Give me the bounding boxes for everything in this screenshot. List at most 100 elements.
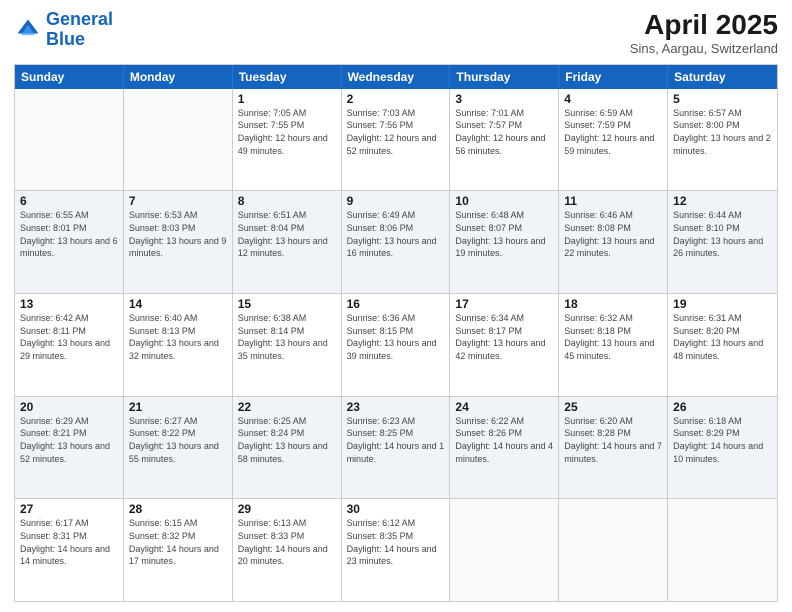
- day-info: Sunrise: 6:59 AMSunset: 7:59 PMDaylight:…: [564, 107, 662, 157]
- day-number: 11: [564, 194, 662, 208]
- day-info: Sunrise: 6:29 AMSunset: 8:21 PMDaylight:…: [20, 415, 118, 465]
- day-number: 17: [455, 297, 553, 311]
- day-info: Sunrise: 7:03 AMSunset: 7:56 PMDaylight:…: [347, 107, 445, 157]
- day-number: 2: [347, 92, 445, 106]
- calendar-cell: 18Sunrise: 6:32 AMSunset: 8:18 PMDayligh…: [559, 294, 668, 396]
- day-number: 9: [347, 194, 445, 208]
- calendar-cell: 24Sunrise: 6:22 AMSunset: 8:26 PMDayligh…: [450, 397, 559, 499]
- calendar-header-cell: Tuesday: [233, 65, 342, 89]
- logo-icon: [14, 16, 42, 44]
- calendar-cell: 1Sunrise: 7:05 AMSunset: 7:55 PMDaylight…: [233, 89, 342, 191]
- day-number: 12: [673, 194, 772, 208]
- day-info: Sunrise: 6:18 AMSunset: 8:29 PMDaylight:…: [673, 415, 772, 465]
- day-number: 4: [564, 92, 662, 106]
- day-number: 16: [347, 297, 445, 311]
- day-info: Sunrise: 6:38 AMSunset: 8:14 PMDaylight:…: [238, 312, 336, 362]
- calendar-cell: [450, 499, 559, 601]
- calendar-body: 1Sunrise: 7:05 AMSunset: 7:55 PMDaylight…: [15, 89, 777, 601]
- page-title: April 2025: [630, 10, 778, 41]
- day-number: 26: [673, 400, 772, 414]
- calendar-header-cell: Thursday: [450, 65, 559, 89]
- title-block: April 2025 Sins, Aargau, Switzerland: [630, 10, 778, 56]
- calendar-cell: 10Sunrise: 6:48 AMSunset: 8:07 PMDayligh…: [450, 191, 559, 293]
- day-info: Sunrise: 6:46 AMSunset: 8:08 PMDaylight:…: [564, 209, 662, 259]
- calendar-cell: 26Sunrise: 6:18 AMSunset: 8:29 PMDayligh…: [668, 397, 777, 499]
- day-number: 21: [129, 400, 227, 414]
- calendar-cell: [668, 499, 777, 601]
- day-info: Sunrise: 6:36 AMSunset: 8:15 PMDaylight:…: [347, 312, 445, 362]
- header: General Blue April 2025 Sins, Aargau, Sw…: [14, 10, 778, 56]
- calendar-cell: 2Sunrise: 7:03 AMSunset: 7:56 PMDaylight…: [342, 89, 451, 191]
- day-info: Sunrise: 6:57 AMSunset: 8:00 PMDaylight:…: [673, 107, 772, 157]
- page: General Blue April 2025 Sins, Aargau, Sw…: [0, 0, 792, 612]
- day-number: 28: [129, 502, 227, 516]
- day-info: Sunrise: 7:05 AMSunset: 7:55 PMDaylight:…: [238, 107, 336, 157]
- calendar-header-cell: Friday: [559, 65, 668, 89]
- day-info: Sunrise: 6:51 AMSunset: 8:04 PMDaylight:…: [238, 209, 336, 259]
- day-number: 29: [238, 502, 336, 516]
- calendar: SundayMondayTuesdayWednesdayThursdayFrid…: [14, 64, 778, 602]
- calendar-header-cell: Wednesday: [342, 65, 451, 89]
- day-info: Sunrise: 6:12 AMSunset: 8:35 PMDaylight:…: [347, 517, 445, 567]
- day-number: 14: [129, 297, 227, 311]
- day-info: Sunrise: 6:13 AMSunset: 8:33 PMDaylight:…: [238, 517, 336, 567]
- calendar-cell: [124, 89, 233, 191]
- calendar-cell: 17Sunrise: 6:34 AMSunset: 8:17 PMDayligh…: [450, 294, 559, 396]
- calendar-cell: 15Sunrise: 6:38 AMSunset: 8:14 PMDayligh…: [233, 294, 342, 396]
- calendar-cell: 29Sunrise: 6:13 AMSunset: 8:33 PMDayligh…: [233, 499, 342, 601]
- day-number: 7: [129, 194, 227, 208]
- calendar-cell: [559, 499, 668, 601]
- day-info: Sunrise: 6:23 AMSunset: 8:25 PMDaylight:…: [347, 415, 445, 465]
- day-info: Sunrise: 6:34 AMSunset: 8:17 PMDaylight:…: [455, 312, 553, 362]
- calendar-week: 1Sunrise: 7:05 AMSunset: 7:55 PMDaylight…: [15, 89, 777, 192]
- logo-text: General Blue: [46, 10, 113, 50]
- day-number: 20: [20, 400, 118, 414]
- calendar-cell: 27Sunrise: 6:17 AMSunset: 8:31 PMDayligh…: [15, 499, 124, 601]
- calendar-week: 20Sunrise: 6:29 AMSunset: 8:21 PMDayligh…: [15, 397, 777, 500]
- day-info: Sunrise: 6:32 AMSunset: 8:18 PMDaylight:…: [564, 312, 662, 362]
- calendar-cell: 4Sunrise: 6:59 AMSunset: 7:59 PMDaylight…: [559, 89, 668, 191]
- calendar-cell: 14Sunrise: 6:40 AMSunset: 8:13 PMDayligh…: [124, 294, 233, 396]
- day-info: Sunrise: 6:53 AMSunset: 8:03 PMDaylight:…: [129, 209, 227, 259]
- day-info: Sunrise: 6:42 AMSunset: 8:11 PMDaylight:…: [20, 312, 118, 362]
- day-info: Sunrise: 6:55 AMSunset: 8:01 PMDaylight:…: [20, 209, 118, 259]
- day-info: Sunrise: 7:01 AMSunset: 7:57 PMDaylight:…: [455, 107, 553, 157]
- day-number: 8: [238, 194, 336, 208]
- day-info: Sunrise: 6:17 AMSunset: 8:31 PMDaylight:…: [20, 517, 118, 567]
- calendar-header-cell: Saturday: [668, 65, 777, 89]
- calendar-cell: 21Sunrise: 6:27 AMSunset: 8:22 PMDayligh…: [124, 397, 233, 499]
- calendar-header-cell: Sunday: [15, 65, 124, 89]
- day-number: 22: [238, 400, 336, 414]
- day-number: 3: [455, 92, 553, 106]
- day-number: 1: [238, 92, 336, 106]
- calendar-cell: 16Sunrise: 6:36 AMSunset: 8:15 PMDayligh…: [342, 294, 451, 396]
- day-number: 27: [20, 502, 118, 516]
- day-info: Sunrise: 6:25 AMSunset: 8:24 PMDaylight:…: [238, 415, 336, 465]
- day-info: Sunrise: 6:48 AMSunset: 8:07 PMDaylight:…: [455, 209, 553, 259]
- day-number: 10: [455, 194, 553, 208]
- day-info: Sunrise: 6:27 AMSunset: 8:22 PMDaylight:…: [129, 415, 227, 465]
- calendar-cell: 7Sunrise: 6:53 AMSunset: 8:03 PMDaylight…: [124, 191, 233, 293]
- day-number: 13: [20, 297, 118, 311]
- day-number: 24: [455, 400, 553, 414]
- calendar-cell: 28Sunrise: 6:15 AMSunset: 8:32 PMDayligh…: [124, 499, 233, 601]
- calendar-cell: 13Sunrise: 6:42 AMSunset: 8:11 PMDayligh…: [15, 294, 124, 396]
- day-number: 15: [238, 297, 336, 311]
- calendar-cell: 3Sunrise: 7:01 AMSunset: 7:57 PMDaylight…: [450, 89, 559, 191]
- day-info: Sunrise: 6:31 AMSunset: 8:20 PMDaylight:…: [673, 312, 772, 362]
- logo-line2: Blue: [46, 29, 85, 49]
- day-info: Sunrise: 6:49 AMSunset: 8:06 PMDaylight:…: [347, 209, 445, 259]
- calendar-week: 6Sunrise: 6:55 AMSunset: 8:01 PMDaylight…: [15, 191, 777, 294]
- calendar-cell: 19Sunrise: 6:31 AMSunset: 8:20 PMDayligh…: [668, 294, 777, 396]
- day-number: 30: [347, 502, 445, 516]
- calendar-cell: 8Sunrise: 6:51 AMSunset: 8:04 PMDaylight…: [233, 191, 342, 293]
- day-number: 19: [673, 297, 772, 311]
- calendar-cell: 22Sunrise: 6:25 AMSunset: 8:24 PMDayligh…: [233, 397, 342, 499]
- calendar-cell: 20Sunrise: 6:29 AMSunset: 8:21 PMDayligh…: [15, 397, 124, 499]
- day-info: Sunrise: 6:15 AMSunset: 8:32 PMDaylight:…: [129, 517, 227, 567]
- calendar-week: 27Sunrise: 6:17 AMSunset: 8:31 PMDayligh…: [15, 499, 777, 601]
- day-number: 6: [20, 194, 118, 208]
- day-number: 25: [564, 400, 662, 414]
- calendar-cell: 5Sunrise: 6:57 AMSunset: 8:00 PMDaylight…: [668, 89, 777, 191]
- calendar-header-cell: Monday: [124, 65, 233, 89]
